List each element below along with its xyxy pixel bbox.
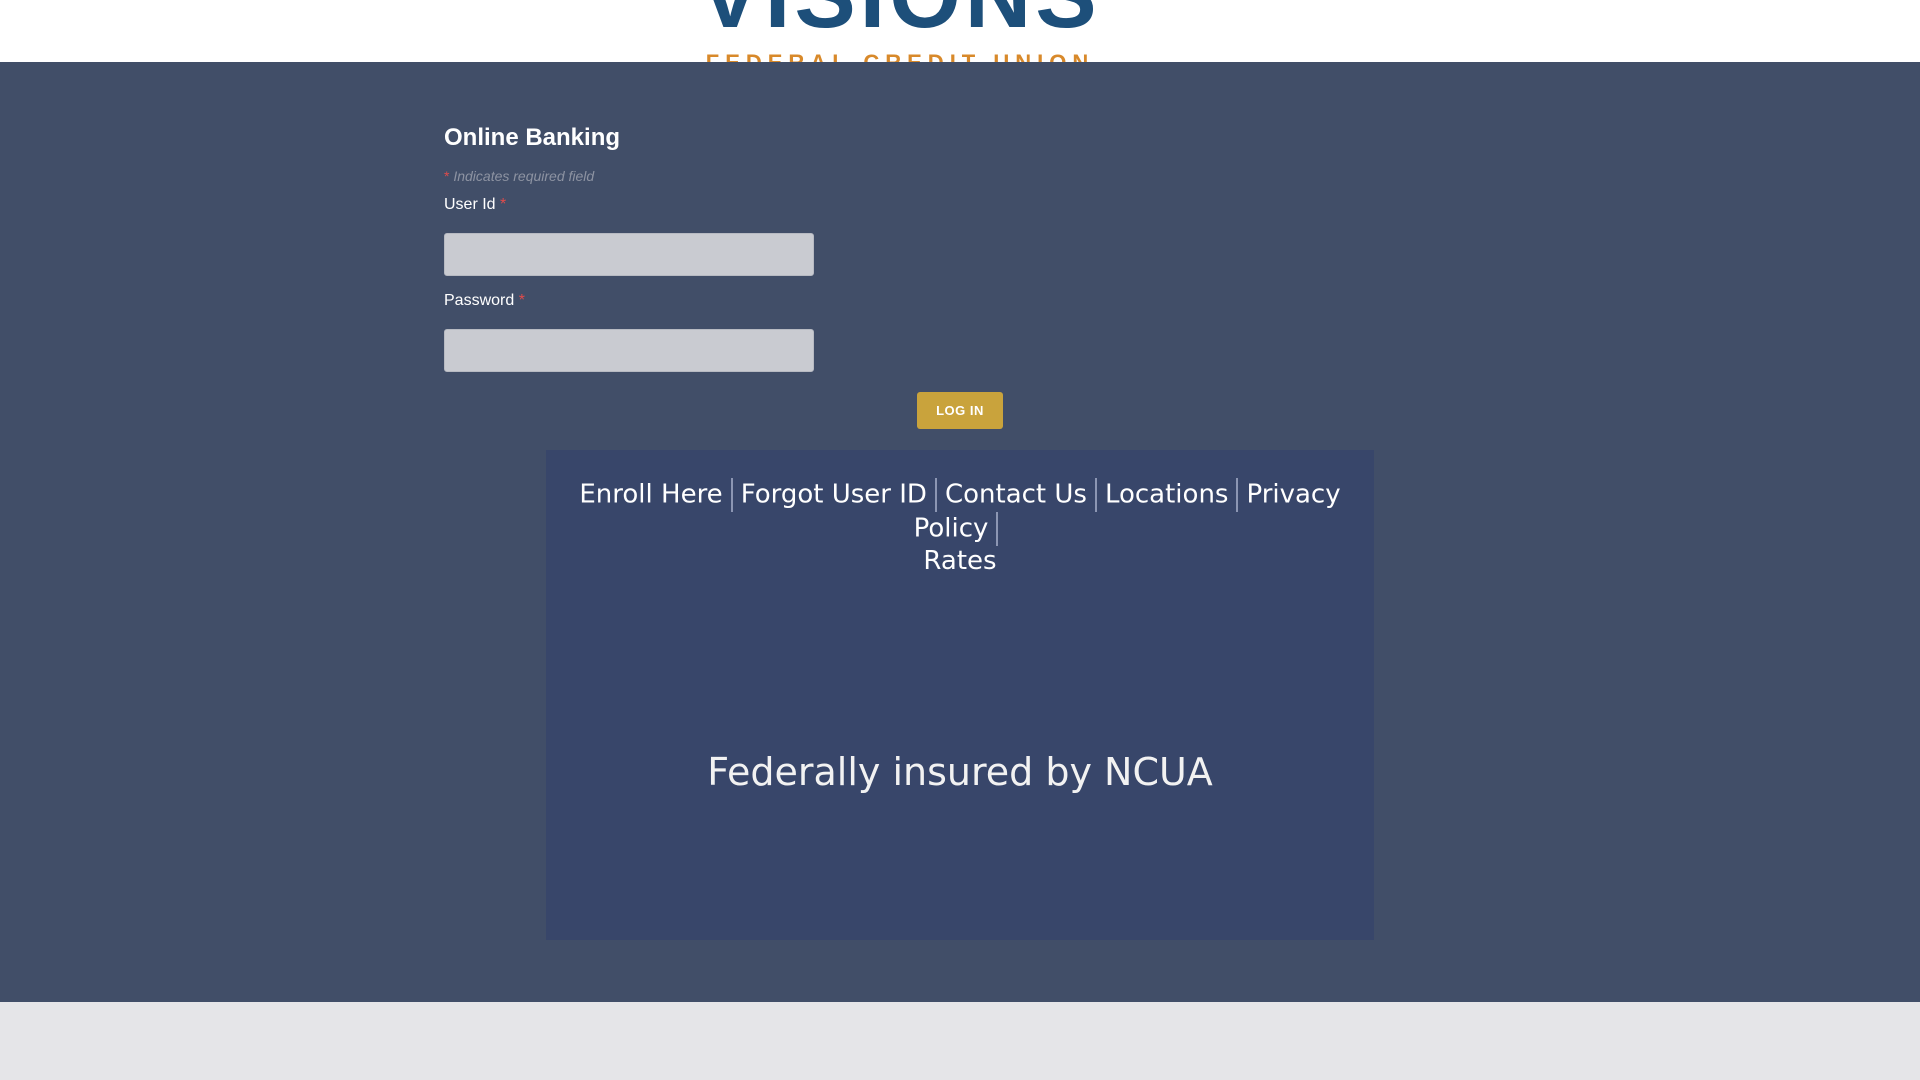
links-panel: Enroll Here Forgot User ID Contact Us Locat… <box>546 450 1374 940</box>
required-field-note: * Indicates required field <box>444 168 594 184</box>
logo-word: VISIONS <box>665 0 1135 42</box>
footer-links: Enroll Here Forgot User ID Contact Us Locat… <box>546 478 1374 546</box>
link-separator <box>1236 478 1239 512</box>
link-separator <box>730 478 733 512</box>
required-star: * <box>444 168 450 184</box>
logo-subtitle: FEDERAL CREDIT UNION <box>685 52 1115 63</box>
page-title: Online Banking <box>444 124 621 151</box>
page-footer <box>0 1002 1920 1080</box>
user-id-label: User Id * <box>444 196 506 214</box>
ncua-insured-text: Federally insured by NCUA <box>707 750 1213 794</box>
enroll-here-link[interactable]: Enroll Here <box>579 480 722 510</box>
user-id-label-text: User Id <box>444 196 496 213</box>
contact-us-link[interactable]: Contact Us <box>945 480 1087 510</box>
visions-logo[interactable]: VISIONS FEDERAL CREDIT UNION <box>655 0 1135 62</box>
rates-link[interactable]: Rates <box>923 546 996 576</box>
user-id-required-star: * <box>500 196 507 213</box>
link-separator <box>996 512 999 546</box>
locations-link[interactable]: Locations <box>1105 480 1229 510</box>
link-separator <box>934 478 937 512</box>
user-id-input[interactable] <box>444 233 814 276</box>
password-label: Password * <box>444 292 525 310</box>
password-input[interactable] <box>444 329 814 372</box>
rates-row: Rates <box>546 546 1374 576</box>
forgot-user-id-link[interactable]: Forgot User ID <box>741 480 927 510</box>
header-bar: VISIONS FEDERAL CREDIT UNION <box>0 0 1920 62</box>
required-note-text: Indicates required field <box>453 168 595 184</box>
main-content: Online Banking * Indicates required fiel… <box>0 62 1920 1002</box>
link-separator <box>1094 478 1097 512</box>
login-button[interactable]: LOG IN <box>917 392 1003 429</box>
password-label-text: Password <box>444 292 515 309</box>
password-required-star: * <box>518 292 525 309</box>
